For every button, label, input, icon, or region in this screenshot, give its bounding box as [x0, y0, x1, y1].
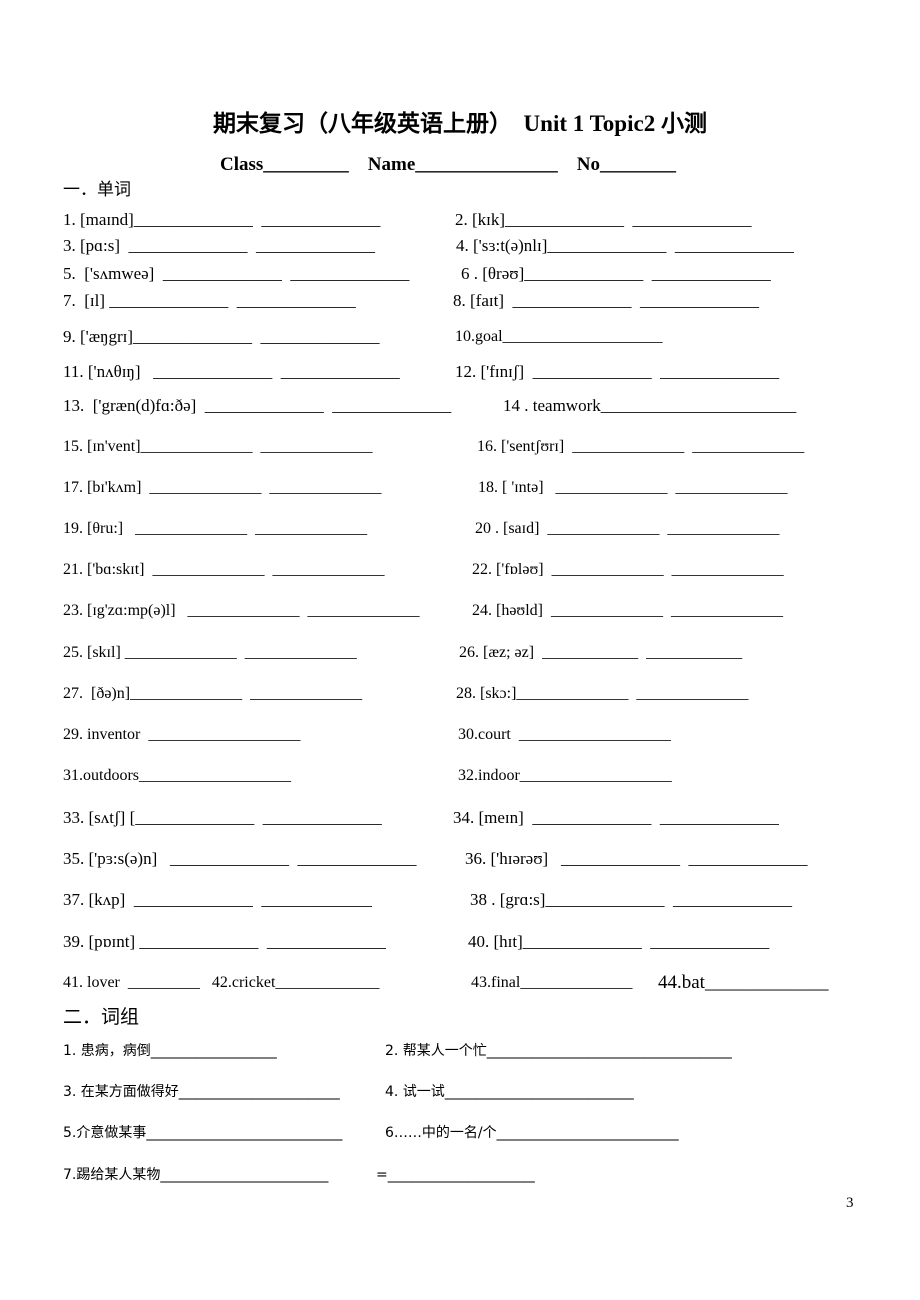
- word-item: 4. ['sɜ:t(ə)nlɪ]______________ _________…: [456, 236, 794, 255]
- section-vocabulary-heading: 一．单词: [63, 180, 131, 200]
- word-item: 22. ['fɒləʊ] ______________ ____________…: [472, 561, 784, 578]
- word-item: 41. lover _________ 42.cricket__________…: [63, 974, 380, 991]
- word-item: 16. ['sentʃʊrɪ] ______________ _________…: [477, 438, 805, 455]
- page-number: 3: [846, 1195, 854, 1211]
- word-item: 29. inventor ___________________: [63, 726, 301, 743]
- word-item: 38 . [grɑ:s]______________ _____________…: [470, 890, 792, 909]
- word-item: 24. [həʊld] ______________ _____________…: [472, 602, 783, 619]
- word-item: 39. [pɒɪnt] ______________ _____________…: [63, 932, 386, 951]
- word-item: 9. ['æŋgrɪ]______________ ______________: [63, 327, 380, 346]
- word-item: 19. [θru:] ______________ ______________: [63, 520, 368, 537]
- section-phrases-heading: 二．词组: [63, 1006, 140, 1028]
- word-item: 13. ['græn(d)fɑ:ðə] ______________ _____…: [63, 396, 452, 415]
- word-item: 14 . teamwork_______________________: [503, 396, 797, 415]
- word-item: 12. ['fɪnɪʃ] ______________ ____________…: [455, 362, 780, 381]
- word-item: 10.goal____________________: [455, 328, 663, 345]
- word-item: 5. ['sʌmweə] ______________ ____________…: [63, 264, 410, 283]
- word-item: 20 . [saɪd] ______________ _____________…: [475, 520, 780, 537]
- word-item: 3. [pɑ:s] ______________ ______________: [63, 236, 376, 255]
- word-item: 31.outdoors___________________: [63, 767, 291, 784]
- word-item: 7. [ɪl] ______________ ______________: [63, 291, 356, 310]
- word-item: 37. [kʌp] ______________ _____________: [63, 890, 372, 909]
- word-item: 23. [ɪg'zɑ:mp(ə)l] ______________ ______…: [63, 602, 420, 619]
- word-item: 21. ['bɑ:skɪt] ______________ __________…: [63, 561, 385, 578]
- word-item: 6 . [θrəʊ]______________ ______________: [461, 264, 771, 283]
- word-item: 34. [meɪn] ______________ ______________: [453, 808, 779, 827]
- word-item: 8. [faɪt] ______________ ______________: [453, 291, 759, 310]
- word-item: 1. [maɪnd]______________ ______________: [63, 210, 381, 229]
- word-item: 44.bat_____________: [658, 972, 829, 993]
- phrase-item: 7.踢给某人某物________________________: [63, 1167, 329, 1183]
- word-item: 25. [skɪl] ______________ ______________: [63, 644, 357, 661]
- word-item: 2. [kɪk]______________ ______________: [455, 210, 752, 229]
- word-item: 18. [ 'ɪntə] ______________ ____________…: [478, 479, 788, 496]
- student-info-line: Class_________ Name_______________ No___…: [220, 154, 676, 175]
- page-title: 期末复习（八年级英语上册） Unit 1 Topic2 小测: [213, 111, 707, 136]
- word-item: 26. [æz; əz] ____________ ____________: [459, 644, 743, 661]
- phrase-item: 1. 患病，病倒__________________: [63, 1043, 277, 1059]
- document-page: 期末复习（八年级英语上册） Unit 1 Topic2 小测 Class____…: [0, 0, 920, 1300]
- word-item: 27. [ðə)n]______________ ______________: [63, 685, 363, 702]
- word-item: 40. [hɪt]______________ ______________: [468, 932, 770, 951]
- word-item: 32.indoor___________________: [458, 767, 672, 784]
- word-item: 17. [bɪ'kʌm] ______________ ____________…: [63, 479, 382, 496]
- word-item: 30.court ___________________: [458, 726, 671, 743]
- phrase-item: 2. 帮某人一个忙_______________________________…: [385, 1043, 732, 1059]
- word-item: 36. ['hɪərəʊ] ______________ ___________…: [465, 849, 808, 868]
- word-item: 35. ['pɜ:s(ə)n] ______________ _________…: [63, 849, 417, 868]
- phrase-item: =_____________________: [376, 1167, 535, 1183]
- phrase-item: 5.介意做某事____________________________: [63, 1125, 343, 1141]
- word-item: 43.final______________: [471, 974, 633, 991]
- word-item: 15. [ɪn'vent]______________ ____________…: [63, 438, 373, 455]
- phrase-item: 6……中的一名/个__________________________: [385, 1125, 679, 1141]
- word-item: 11. ['nʌθɪŋ] ______________ ____________…: [63, 362, 400, 381]
- phrase-item: 3. 在某方面做得好_______________________: [63, 1084, 340, 1100]
- phrase-item: 4. 试一试___________________________: [385, 1084, 634, 1100]
- word-item: 28. [skɔ:]______________ ______________: [456, 685, 749, 702]
- word-item: 33. [sʌtʃ] [______________ _____________…: [63, 808, 382, 827]
